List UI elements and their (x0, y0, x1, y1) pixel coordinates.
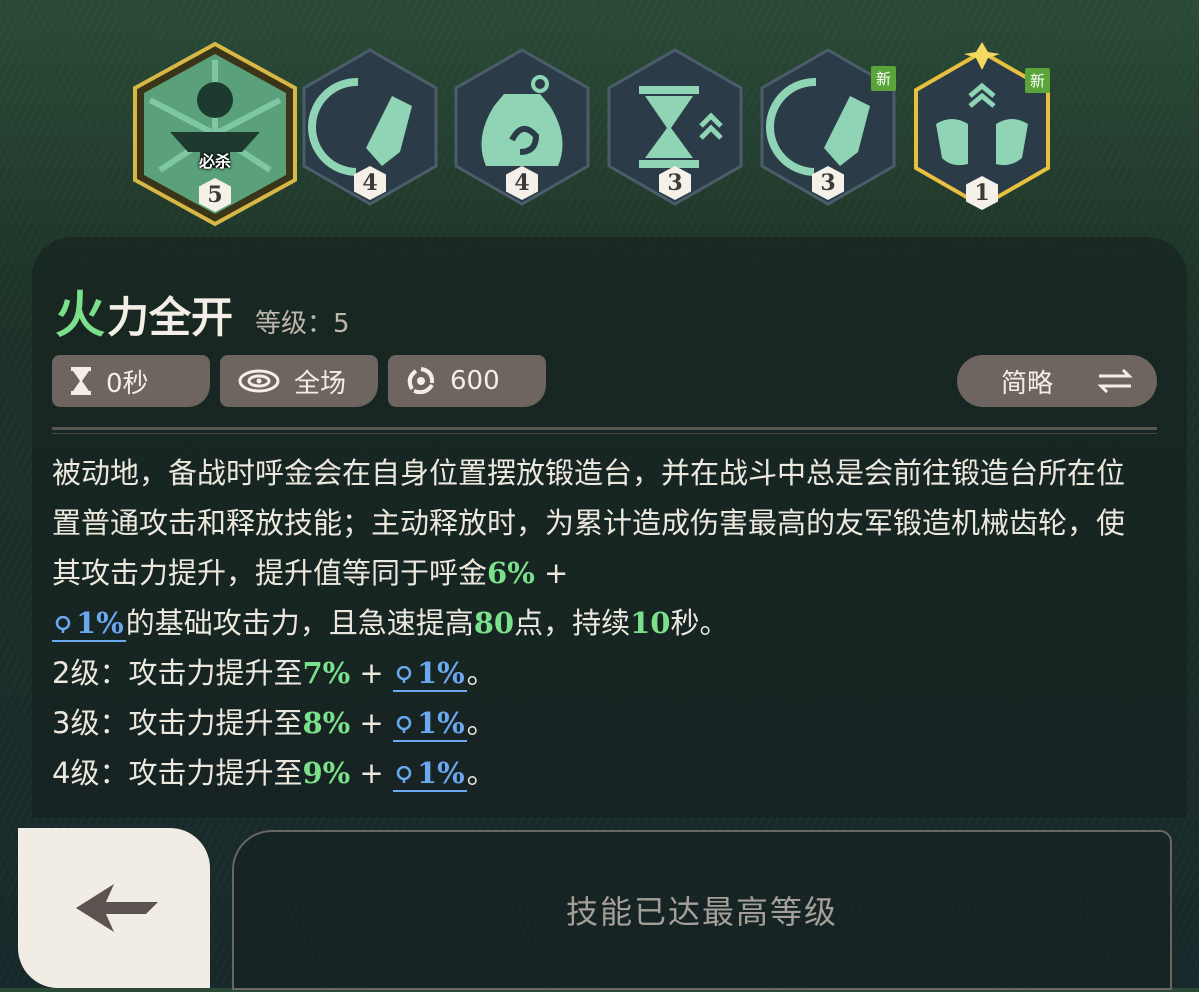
new-badge: 新 (870, 66, 896, 91)
section-divider-thin (52, 433, 1157, 434)
skill-title-first-char: 火 (55, 285, 105, 344)
skill-slot-blade-2[interactable]: 新 3 (758, 48, 898, 208)
cooldown-value: 0秒 (106, 368, 149, 399)
skill-description: 被动地，备战时呼金会在自身位置摆放锻造台，并在战斗中总是会前往锻造台所在位置普通… (52, 448, 1152, 798)
cooldown-chip: 0秒 (52, 355, 210, 407)
skill-slot-twin-tools[interactable]: 新 1 (912, 40, 1052, 210)
new-badge: 新 (1024, 68, 1050, 93)
energy-chip: 600 (388, 355, 546, 407)
skill-row: 必杀 5 4 4 3 新 3 新 1 (130, 40, 1070, 240)
skill-level-badge: 1 (966, 176, 998, 210)
skill-title: 火 力全开 等级：5 (55, 275, 350, 347)
skill-level-badge: 3 (812, 166, 844, 200)
scaling-stat-icon (396, 716, 412, 733)
skill-slot-forge[interactable]: 必杀 5 (130, 40, 300, 230)
energy-value: 600 (450, 366, 500, 396)
range-chip: 全场 (220, 355, 378, 407)
hourglass-icon (71, 367, 91, 395)
skill-level-badge: 3 (659, 166, 691, 200)
section-divider (52, 427, 1157, 430)
description-main: 被动地，备战时呼金会在自身位置摆放锻造台，并在战斗中总是会前往锻造台所在位置普通… (52, 456, 1126, 642)
skill-slot-blade[interactable]: 4 (300, 48, 440, 208)
scaling-value[interactable]: 1% (392, 656, 467, 692)
scaling-value[interactable]: 1% (392, 756, 467, 792)
skill-level-badge: 5 (199, 178, 231, 212)
skill-title-rest: 力全开 (107, 293, 234, 342)
level-3-line: 3级：攻击力提升至8% + 1%。 (52, 706, 496, 742)
scaling-stat-icon (396, 666, 412, 683)
scaling-stat-icon (396, 766, 412, 783)
range-value: 全场 (294, 368, 347, 399)
skill-level-text: 等级：5 (255, 309, 350, 339)
toggle-label: 简略 (1001, 368, 1054, 399)
detail-toggle-button[interactable]: 简略 (957, 355, 1157, 407)
back-button[interactable] (18, 828, 210, 988)
skill-slot-pouch[interactable]: 4 (452, 48, 592, 208)
scaling-value[interactable]: 1% (52, 606, 126, 642)
ultimate-tag: 必杀 (198, 152, 232, 171)
level-4-line: 4级：攻击力提升至9% + 1%。 (52, 756, 496, 792)
scaling-stat-icon (55, 616, 71, 633)
swap-arrows-icon (1097, 369, 1133, 393)
back-arrow-icon (76, 884, 158, 932)
skill-level-badge: 4 (354, 166, 386, 200)
scaling-value[interactable]: 1% (392, 706, 467, 742)
skill-slot-hourglass[interactable]: 3 (605, 48, 745, 208)
level-2-line: 2级：攻击力提升至7% + 1%。 (52, 656, 496, 692)
range-eye-icon (238, 369, 280, 393)
energy-swirl-icon (407, 367, 435, 395)
max-level-button[interactable]: 技能已达最高等级 (232, 830, 1172, 990)
skill-stats: 0秒 全场 600 (52, 355, 546, 407)
skill-level-badge: 4 (506, 166, 538, 200)
